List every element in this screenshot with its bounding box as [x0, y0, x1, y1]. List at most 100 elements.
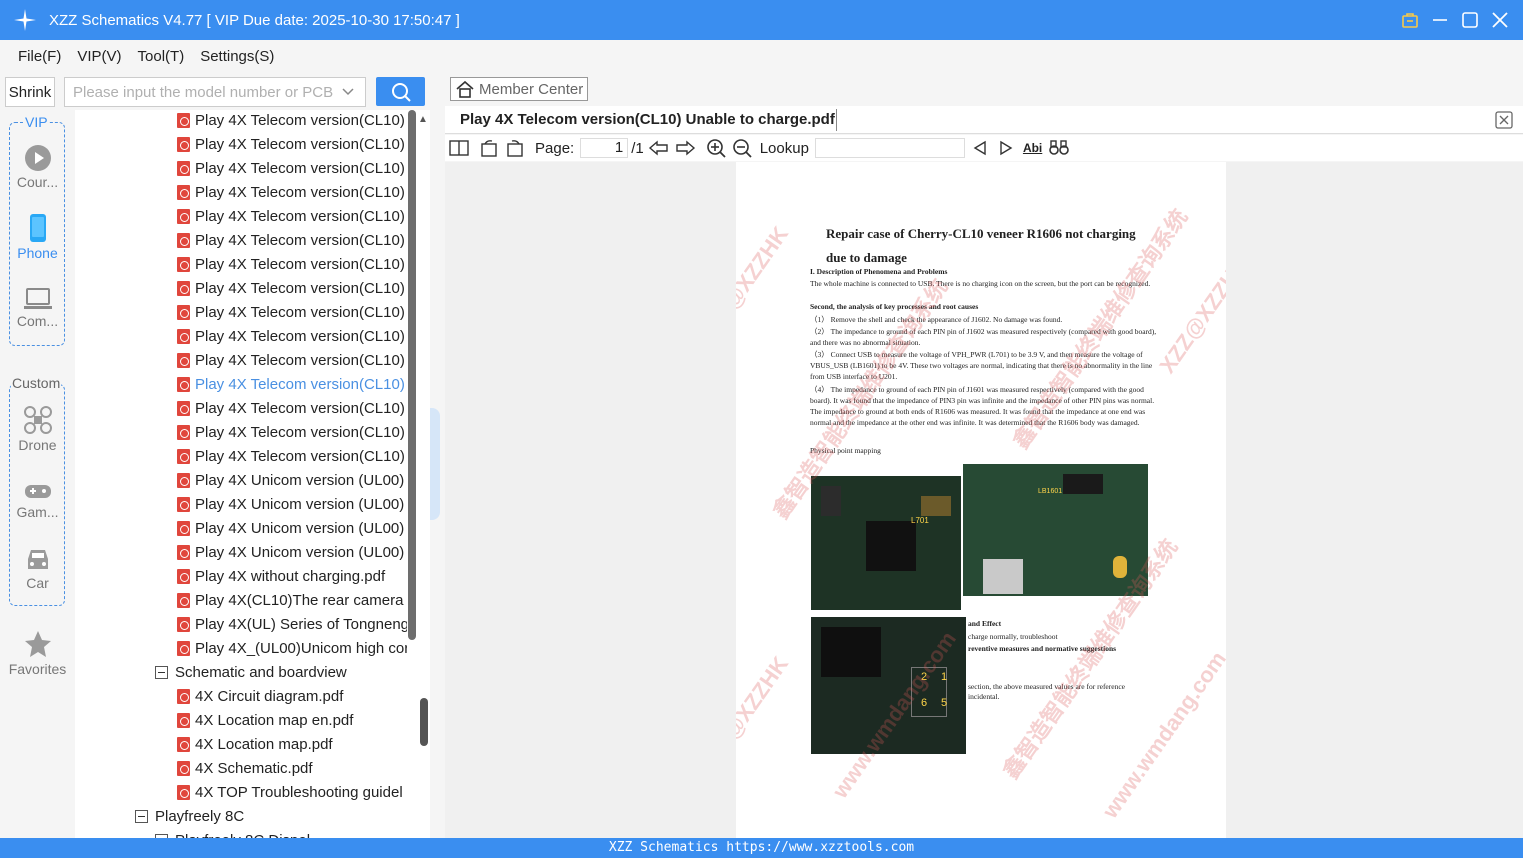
tree-file-item[interactable]: Play 4X Telecom version(CL10) I	[177, 132, 407, 156]
nav-favorites[interactable]: Favorites	[0, 629, 75, 677]
nav-drone[interactable]: Drone	[0, 405, 75, 453]
maximize-button[interactable]	[1459, 8, 1481, 32]
match-case-button[interactable]: Abi	[1023, 141, 1042, 155]
scroll-up-arrow[interactable]: ▲	[418, 114, 428, 125]
tree-file-item[interactable]: 4X Circuit diagram.pdf	[177, 684, 343, 708]
pdf-file-icon	[177, 760, 190, 776]
home-icon	[456, 80, 474, 98]
pdf-file-icon	[177, 136, 190, 152]
app-logo-icon	[14, 9, 36, 31]
tree-file-item[interactable]: Play 4X Telecom version(CL10) T	[177, 324, 407, 348]
find-previous-icon[interactable]	[971, 139, 989, 157]
page-total: /1	[631, 139, 644, 157]
tree-file-item[interactable]: Play 4X without charging.pdf	[177, 564, 385, 588]
split-view-icon[interactable]	[449, 139, 469, 157]
menu-tool[interactable]: Tool(T)	[138, 48, 185, 65]
tree-file-item[interactable]: Play 4X(CL10)The rear camera o	[177, 588, 407, 612]
page-number-input[interactable]: 1	[580, 138, 629, 158]
close-tab-icon[interactable]	[1495, 111, 1513, 129]
vip-bag-button[interactable]	[1399, 8, 1421, 32]
previous-page-icon[interactable]	[648, 139, 670, 157]
nav-game[interactable]: Gam...	[0, 480, 75, 520]
tree-file-item[interactable]: Play 4X Unicom version (UL00) U	[177, 516, 407, 540]
tree-file-item[interactable]: 4X Location map en.pdf	[177, 708, 353, 732]
minimize-button[interactable]	[1429, 8, 1451, 32]
search-placeholder: Please input the model number or PCB	[73, 83, 334, 101]
tree-file-item[interactable]: Play 4X(UL) Series of Tongneng	[177, 612, 407, 636]
close-icon	[1492, 12, 1508, 28]
find-all-icon[interactable]	[1048, 139, 1070, 157]
panel-splitter[interactable]	[430, 408, 440, 520]
tree-file-item[interactable]: Play 4X Telecom version(CL10) T	[177, 348, 407, 372]
file-tree: Play 4X Telecom version(CL10) I Play 4X T…	[75, 110, 430, 838]
tree-file-item[interactable]: 4X TOP Troubleshooting guidel	[177, 780, 403, 804]
menu-file[interactable]: File(F)	[18, 48, 61, 65]
lookup-label: Lookup	[759, 139, 809, 157]
pdf-file-icon	[177, 256, 190, 272]
pdf-file-icon	[177, 160, 190, 176]
nav-computer[interactable]: Com...	[0, 287, 75, 329]
pdf-file-icon	[177, 232, 190, 248]
zoom-out-icon[interactable]	[732, 138, 752, 158]
tree-file-item[interactable]: Play 4X Telecom version(CL10) U	[177, 396, 407, 420]
lookup-input[interactable]	[814, 138, 965, 158]
pdf-viewer[interactable]: Repair case of Cherry-CL10 veneer R1606 …	[445, 162, 1523, 838]
tree-file-item[interactable]: Play 4X Telecom version(CL10) I	[177, 156, 407, 180]
chevron-down-icon[interactable]	[341, 85, 355, 99]
tree-file-item[interactable]: 4X Location map.pdf	[177, 732, 333, 756]
tree-folder-schematic[interactable]: Schematic and boardview	[155, 660, 347, 684]
tree-file-item[interactable]: Play 4X Telecom version(CL10) S	[177, 204, 407, 228]
tree-folder-playfreely[interactable]: Playfreely 8C	[135, 804, 244, 828]
tree-file-item[interactable]: Play 4X Telecom version(CL10) V	[177, 420, 407, 444]
drone-icon	[23, 406, 52, 434]
model-search-combobox[interactable]: Please input the model number or PCB	[64, 77, 366, 107]
close-button[interactable]	[1489, 8, 1511, 32]
tree-file-item[interactable]: Play 4X Telecom version(CL10) U	[177, 372, 407, 396]
tree-file-item[interactable]: Play 4X Telecom version(CL10) I	[177, 110, 407, 132]
nav-phone[interactable]: Phone	[0, 213, 75, 261]
nav-courses[interactable]: Cour...	[0, 144, 75, 190]
nav-car[interactable]: Car	[0, 545, 75, 591]
tree-file-item[interactable]: Play 4X Telecom version(CL10) S	[177, 228, 407, 252]
tree-file-item[interactable]: Play 4X Telecom version(CL10) T	[177, 252, 407, 276]
tree-file-item[interactable]: Play 4X Telecom version(CL10) V	[177, 444, 407, 468]
member-center-button[interactable]: Member Center	[450, 77, 588, 101]
tree-file-item[interactable]: Play 4X Unicom version (UL00) U	[177, 540, 407, 564]
search-button[interactable]	[376, 77, 425, 106]
document-tab[interactable]: Play 4X Telecom version(CL10) Unable to …	[445, 106, 1523, 134]
rotate-right-icon[interactable]	[505, 139, 525, 157]
menu-settings[interactable]: Settings(S)	[200, 48, 274, 65]
tree-scrollbar-horizontal-thumb[interactable]	[408, 110, 416, 640]
next-page-icon[interactable]	[674, 139, 696, 157]
tree-file-item[interactable]: Play 4X Unicom version (UL00) U	[177, 492, 407, 516]
zoom-in-icon[interactable]	[706, 138, 726, 158]
tree-file-item[interactable]: Play 4X Telecom version(CL10) I	[177, 180, 407, 204]
collapse-icon[interactable]	[155, 665, 168, 679]
tree-folder-child[interactable]: Playfreely 8C Dispel ...	[155, 828, 327, 838]
tree-file-item[interactable]: Play 4X_(UL00)Unicom high cor	[177, 636, 407, 660]
tree-scrollbar-thumb[interactable]	[420, 698, 428, 746]
tree-file-item[interactable]: Play 4X Telecom version(CL10) T	[177, 300, 407, 324]
watermark-xzz-2: XZZ@XZZHK	[736, 651, 794, 778]
tree-file-item[interactable]: 4X Schematic.pdf	[177, 756, 313, 780]
tree-file-item[interactable]: Play 4X Telecom version(CL10) T	[177, 276, 407, 300]
collapse-icon[interactable]	[135, 809, 148, 823]
pdf-file-icon	[177, 496, 190, 512]
tree-file-item[interactable]: Play 4X Unicom version (UL00) T	[177, 468, 407, 492]
title-bar: XZZ Schematics V4.77 [ VIP Due date: 202…	[0, 0, 1523, 40]
shrink-button[interactable]: Shrink	[5, 77, 55, 107]
rotate-left-icon[interactable]	[479, 139, 499, 157]
pdf-title: Repair case of Cherry-CL10 veneer R1606 …	[826, 226, 1136, 265]
tab-separator	[836, 109, 837, 131]
pdf-file-icon	[177, 352, 190, 368]
pdf-file-icon	[177, 592, 190, 608]
pdf-file-icon	[177, 112, 190, 128]
pdf-file-icon	[177, 376, 190, 392]
find-next-icon[interactable]	[997, 139, 1015, 157]
pdf-file-icon	[177, 640, 190, 656]
status-bar: XZZ Schematics https://www.xzztools.com	[0, 838, 1523, 858]
gamepad-icon	[24, 485, 51, 498]
pdf-file-icon	[177, 328, 190, 344]
pdf-file-icon	[177, 544, 190, 560]
menu-vip[interactable]: VIP(V)	[77, 48, 121, 65]
